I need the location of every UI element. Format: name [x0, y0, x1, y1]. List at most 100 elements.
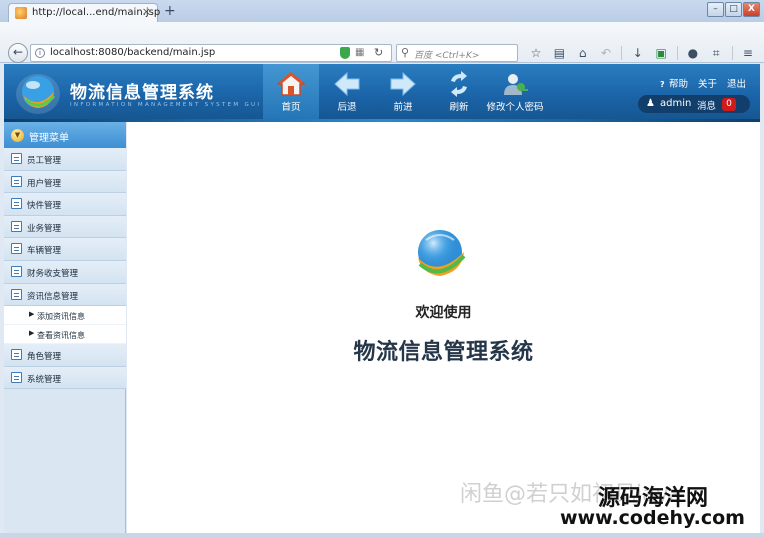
bookmark-star-icon[interactable]: ☆ — [528, 46, 544, 60]
window-frame-bottom — [0, 533, 764, 537]
globe-logo-icon — [418, 230, 466, 276]
reading-list-icon[interactable]: ▤ — [551, 46, 567, 60]
minimize-button[interactable]: – — [707, 2, 724, 17]
extension-icon[interactable]: ▣ — [653, 46, 669, 60]
sidebar-item-label: 用户管理 — [27, 178, 62, 189]
globe-logo-icon — [16, 74, 60, 114]
sidebar-item-label: 财务收支管理 — [27, 268, 79, 279]
search-icon: ⚲ — [401, 46, 410, 59]
welcome-text: 欢迎使用 — [415, 305, 472, 321]
sidebar-header[interactable]: ▼ 管理菜单 — [4, 122, 126, 148]
toolbar-separator — [731, 46, 733, 60]
refresh-icon — [451, 71, 467, 97]
header-links: ? 帮助 关于 退出 — [660, 76, 746, 90]
sidebar-item-system[interactable]: 系统管理 — [4, 366, 126, 390]
maximize-button[interactable]: □ — [725, 2, 742, 17]
sidebar-menu: 员工管理 用户管理 快件管理 业务管理 车辆管理 财务收支管理 资讯信息管理 ▶… — [4, 148, 126, 390]
shield-icon[interactable] — [340, 47, 350, 59]
sidebar-item-roles[interactable]: 角色管理 — [4, 344, 126, 367]
search-bar[interactable]: ⚲ 百度 <Ctrl+K> — [396, 44, 518, 62]
caret-right-icon: ▶ — [29, 310, 35, 319]
tab-close-icon[interactable]: × — [142, 5, 151, 18]
submenu-item-view-news[interactable]: ▶ 查看资讯信息 — [4, 325, 126, 345]
watermark-site-url: www.codehy.com — [560, 507, 745, 529]
sidebar-item-news[interactable]: 资讯信息管理 — [4, 283, 126, 307]
help-link[interactable]: ? 帮助 — [660, 76, 688, 90]
sidebar-item-vehicles[interactable]: 车辆管理 — [4, 238, 126, 261]
back-button[interactable]: ← — [8, 43, 28, 63]
nav-back[interactable]: 后退 — [319, 64, 375, 122]
site-info-icon[interactable]: i — [35, 48, 45, 58]
main-content: 欢迎使用 物流信息管理系统 — [127, 122, 760, 533]
chat-icon[interactable]: ● — [685, 46, 701, 60]
app-title: 物流信息管理系统 — [70, 83, 214, 103]
messages-count-badge[interactable]: 0 — [722, 98, 736, 111]
username[interactable]: admin — [660, 98, 691, 109]
nav-change-password[interactable]: 修改个人密码 — [486, 64, 544, 122]
app-subtitle: INFORMATION MANAGEMENT SYSTEM GUI — [70, 102, 262, 108]
window-controls: – □ X — [707, 2, 760, 17]
nav-forward[interactable]: 前进 — [375, 64, 431, 122]
search-placeholder[interactable]: 百度 <Ctrl+K> — [414, 48, 479, 61]
arrow-right-icon — [390, 71, 416, 97]
toolbar-separator — [676, 46, 678, 60]
sidebar-item-parcels[interactable]: 快件管理 — [4, 193, 126, 216]
undo-icon[interactable]: ↶ — [598, 46, 614, 60]
crop-icon[interactable]: ⌗ — [708, 46, 724, 61]
system-name-heading: 物流信息管理系统 — [353, 340, 534, 365]
messages-link[interactable]: 消息 — [697, 98, 716, 112]
list-icon — [11, 371, 22, 383]
sidebar: ▼ 管理菜单 员工管理 用户管理 快件管理 业务管理 车辆管理 财务收支管理 资… — [4, 122, 126, 533]
sidebar-item-users[interactable]: 用户管理 — [4, 170, 126, 194]
sidebar-title: 管理菜单 — [29, 133, 69, 144]
toolbar-separator — [621, 46, 623, 60]
download-icon[interactable]: ↓ — [630, 46, 646, 60]
new-tab-button[interactable]: + — [164, 3, 176, 19]
sidebar-item-label: 快件管理 — [27, 201, 62, 212]
qr-code-icon[interactable]: ▦ — [355, 47, 364, 58]
user-icon: ♟ — [646, 98, 655, 109]
chevron-down-icon: ▼ — [11, 129, 24, 142]
nav-home[interactable]: 首页 — [263, 64, 319, 122]
url-text[interactable]: localhost:8080/backend/main.jsp — [50, 47, 215, 58]
address-bar[interactable]: i localhost:8080/backend/main.jsp ▦ ↻ — [30, 44, 392, 62]
browser-toolbar: ☆ ▤ ⌂ ↶ ↓ ▣ ● ⌗ ≡ — [524, 45, 760, 61]
sidebar-item-label: 业务管理 — [27, 223, 62, 234]
browser-tab[interactable]: http://local...end/main.jsp × — [8, 3, 160, 22]
submenu-item-add-news[interactable]: ▶ 添加资讯信息 — [4, 306, 126, 326]
user-status: ♟ admin 消息 0 — [638, 95, 750, 113]
list-icon — [11, 153, 22, 164]
news-submenu: ▶ 添加资讯信息 ▶ 查看资讯信息 — [4, 306, 126, 345]
list-icon — [11, 175, 22, 187]
home-icon[interactable]: ⌂ — [575, 46, 591, 60]
list-icon — [11, 198, 22, 210]
list-icon — [11, 288, 22, 300]
list-icon — [11, 265, 22, 277]
user-key-icon — [504, 74, 528, 95]
menu-icon[interactable]: ≡ — [740, 46, 756, 60]
nav-refresh[interactable]: 刷新 — [431, 64, 487, 122]
sidebar-item-finance[interactable]: 财务收支管理 — [4, 260, 126, 284]
sidebar-item-label: 系统管理 — [27, 374, 62, 385]
sidebar-item-label: 角色管理 — [27, 352, 62, 363]
sidebar-item-label: 资讯信息管理 — [27, 291, 79, 302]
submenu-item-label: 添加资讯信息 — [37, 312, 85, 322]
list-icon — [11, 220, 22, 232]
logout-link[interactable]: 退出 — [727, 76, 746, 90]
list-icon — [11, 243, 22, 255]
sidebar-item-label: 车辆管理 — [27, 246, 62, 257]
sidebar-item-label: 员工管理 — [27, 156, 62, 166]
caret-right-icon: ▶ — [29, 329, 35, 338]
favicon-icon — [15, 7, 27, 19]
browser-titlebar: http://local...end/main.jsp × + – □ X — [0, 0, 764, 22]
home-icon — [277, 72, 305, 96]
submenu-item-label: 查看资讯信息 — [37, 331, 85, 341]
about-link[interactable]: 关于 — [698, 76, 717, 90]
reload-icon[interactable]: ↻ — [374, 46, 383, 59]
sidebar-item-employees[interactable]: 员工管理 — [4, 148, 126, 171]
close-window-button[interactable]: X — [743, 2, 760, 17]
help-icon: ? — [659, 80, 665, 89]
app-header: 物流信息管理系统 INFORMATION MANAGEMENT SYSTEM G… — [4, 64, 760, 122]
help-label: 帮助 — [668, 79, 688, 90]
sidebar-item-business[interactable]: 业务管理 — [4, 215, 126, 239]
